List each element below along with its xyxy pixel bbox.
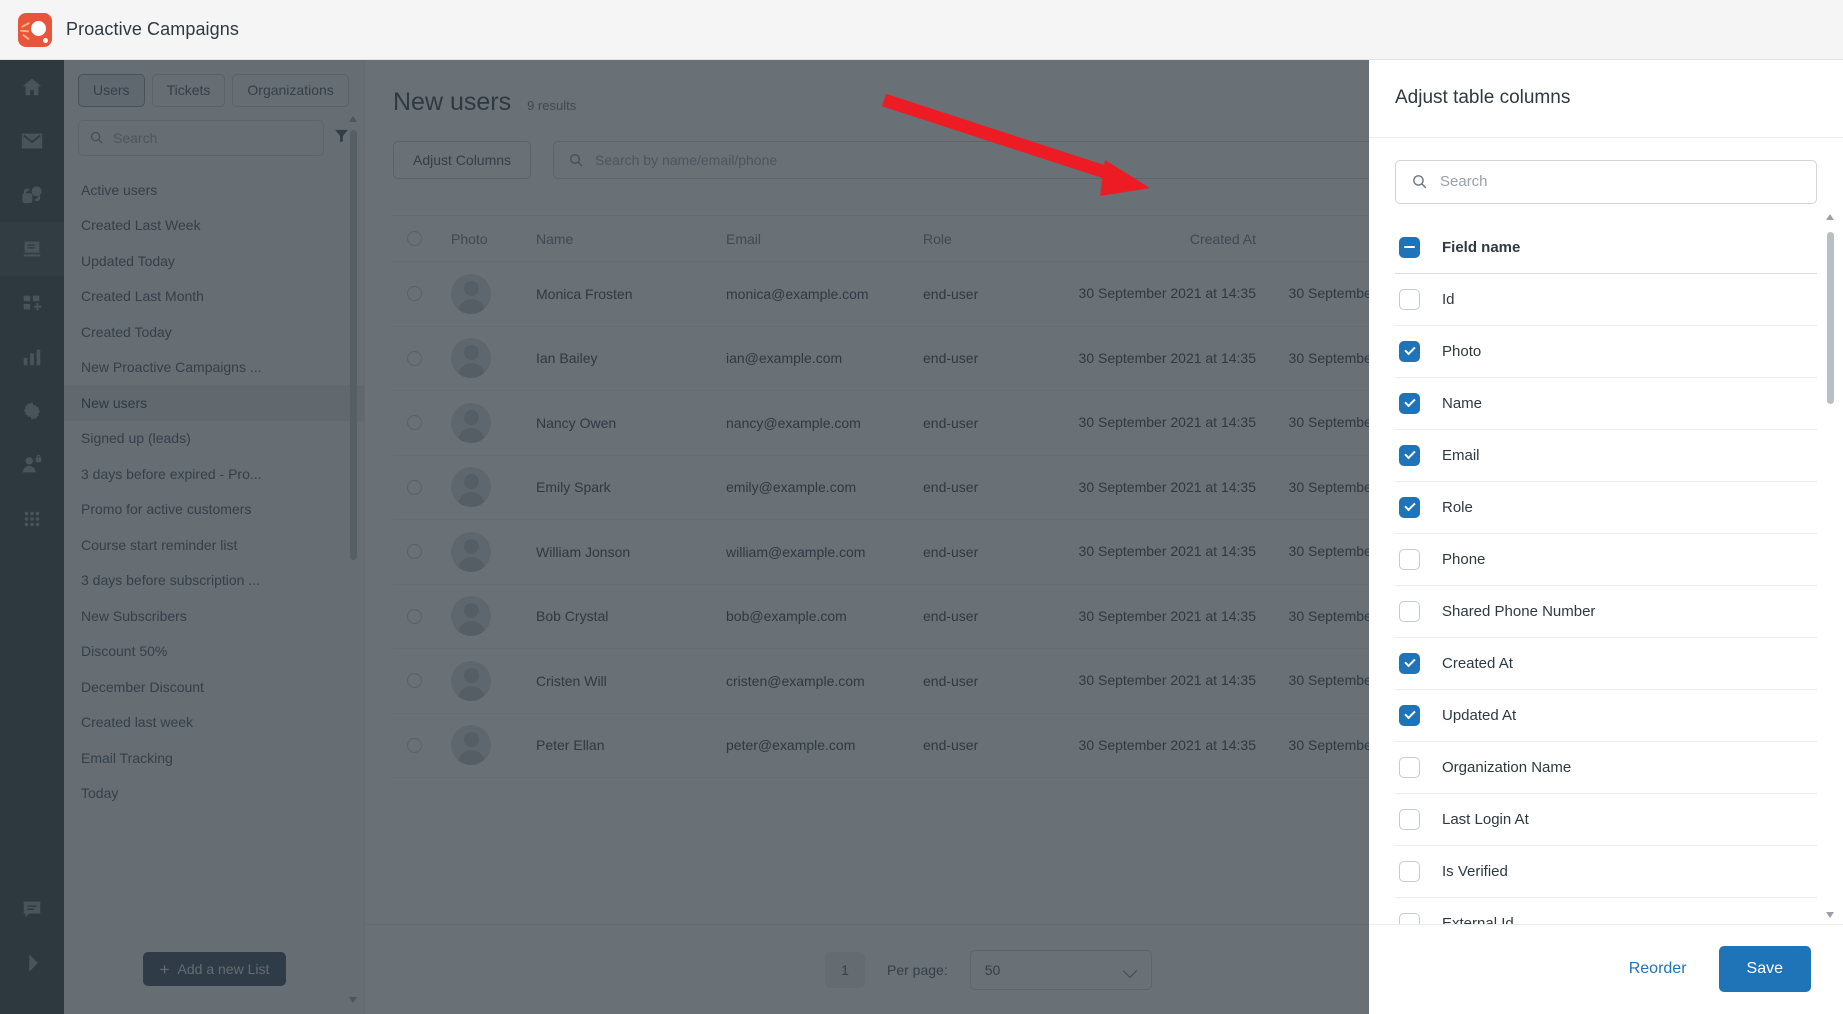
reorder-button[interactable]: Reorder	[1629, 960, 1687, 978]
field-checkbox[interactable]	[1399, 288, 1420, 310]
select-all-checkbox[interactable]	[1399, 236, 1420, 258]
field-label: Organization Name	[1442, 758, 1572, 776]
field-row-phone[interactable]: Phone	[1395, 534, 1817, 586]
field-checkbox[interactable]	[1399, 600, 1420, 622]
field-label: Shared Phone Number	[1442, 602, 1596, 620]
field-row-photo[interactable]: Photo	[1395, 326, 1817, 378]
field-checkbox[interactable]	[1399, 392, 1420, 414]
proactive-campaigns-logo-icon	[18, 12, 52, 47]
field-checkbox[interactable]	[1399, 444, 1420, 466]
field-label: Last Login At	[1442, 810, 1529, 828]
field-checkbox[interactable]	[1399, 860, 1420, 882]
field-row-created-at[interactable]: Created At	[1395, 638, 1817, 690]
drawer-footer: Reorder Save	[1369, 923, 1843, 1014]
field-label: External Id	[1442, 914, 1514, 924]
field-row-last-login-at[interactable]: Last Login At	[1395, 794, 1817, 846]
field-checkbox[interactable]	[1399, 808, 1420, 830]
field-checkbox[interactable]	[1399, 340, 1420, 362]
field-label: Created At	[1442, 654, 1513, 672]
field-label: Updated At	[1442, 706, 1517, 724]
field-label: Phone	[1442, 550, 1486, 568]
field-list-header-row[interactable]: Field name	[1395, 222, 1817, 274]
field-checkbox[interactable]	[1399, 912, 1420, 924]
drawer-scrollbar[interactable]	[1826, 213, 1835, 918]
field-row-external-id[interactable]: External Id	[1395, 898, 1817, 924]
field-row-email[interactable]: Email	[1395, 430, 1817, 482]
drawer-title: Adjust table columns	[1395, 87, 1571, 109]
field-row-name[interactable]: Name	[1395, 378, 1817, 430]
drawer-search-placeholder: Search	[1440, 173, 1488, 191]
field-name-column-label: Field name	[1442, 238, 1521, 256]
field-checkbox[interactable]	[1399, 548, 1420, 570]
save-button[interactable]: Save	[1718, 946, 1811, 993]
field-row-is-verified[interactable]: Is Verified	[1395, 846, 1817, 898]
scroll-down-arrow-icon[interactable]	[1826, 911, 1834, 918]
field-label: Role	[1442, 498, 1473, 516]
field-row-id[interactable]: Id	[1395, 274, 1817, 326]
field-checkbox[interactable]	[1399, 652, 1420, 674]
field-label: Id	[1442, 290, 1455, 308]
field-label: Photo	[1442, 342, 1482, 360]
drawer-header: Adjust table columns	[1369, 60, 1843, 138]
field-label: Name	[1442, 394, 1483, 412]
field-checkbox[interactable]	[1399, 704, 1420, 726]
scroll-up-arrow-icon[interactable]	[1826, 213, 1834, 220]
adjust-columns-drawer: Adjust table columns Search Field name I…	[1369, 60, 1843, 1014]
field-row-organization-name[interactable]: Organization Name	[1395, 742, 1817, 794]
field-checkbox[interactable]	[1399, 756, 1420, 778]
field-checkbox[interactable]	[1399, 496, 1420, 518]
app-title: Proactive Campaigns	[66, 19, 239, 39]
drawer-scrollbar-thumb[interactable]	[1827, 231, 1834, 404]
field-row-role[interactable]: Role	[1395, 482, 1817, 534]
field-label: Is Verified	[1442, 862, 1508, 880]
field-row-shared-phone-number[interactable]: Shared Phone Number	[1395, 586, 1817, 638]
search-icon	[1413, 175, 1427, 189]
field-label: Email	[1442, 446, 1480, 464]
field-row-updated-at[interactable]: Updated At	[1395, 690, 1817, 742]
app-header: Proactive Campaigns	[0, 0, 1843, 60]
field-list: Field name Id Photo Name Email Role Phon…	[1395, 222, 1817, 924]
drawer-body: Search Field name Id Photo Name Email Ro…	[1369, 138, 1843, 924]
drawer-search-input[interactable]: Search	[1395, 159, 1817, 204]
